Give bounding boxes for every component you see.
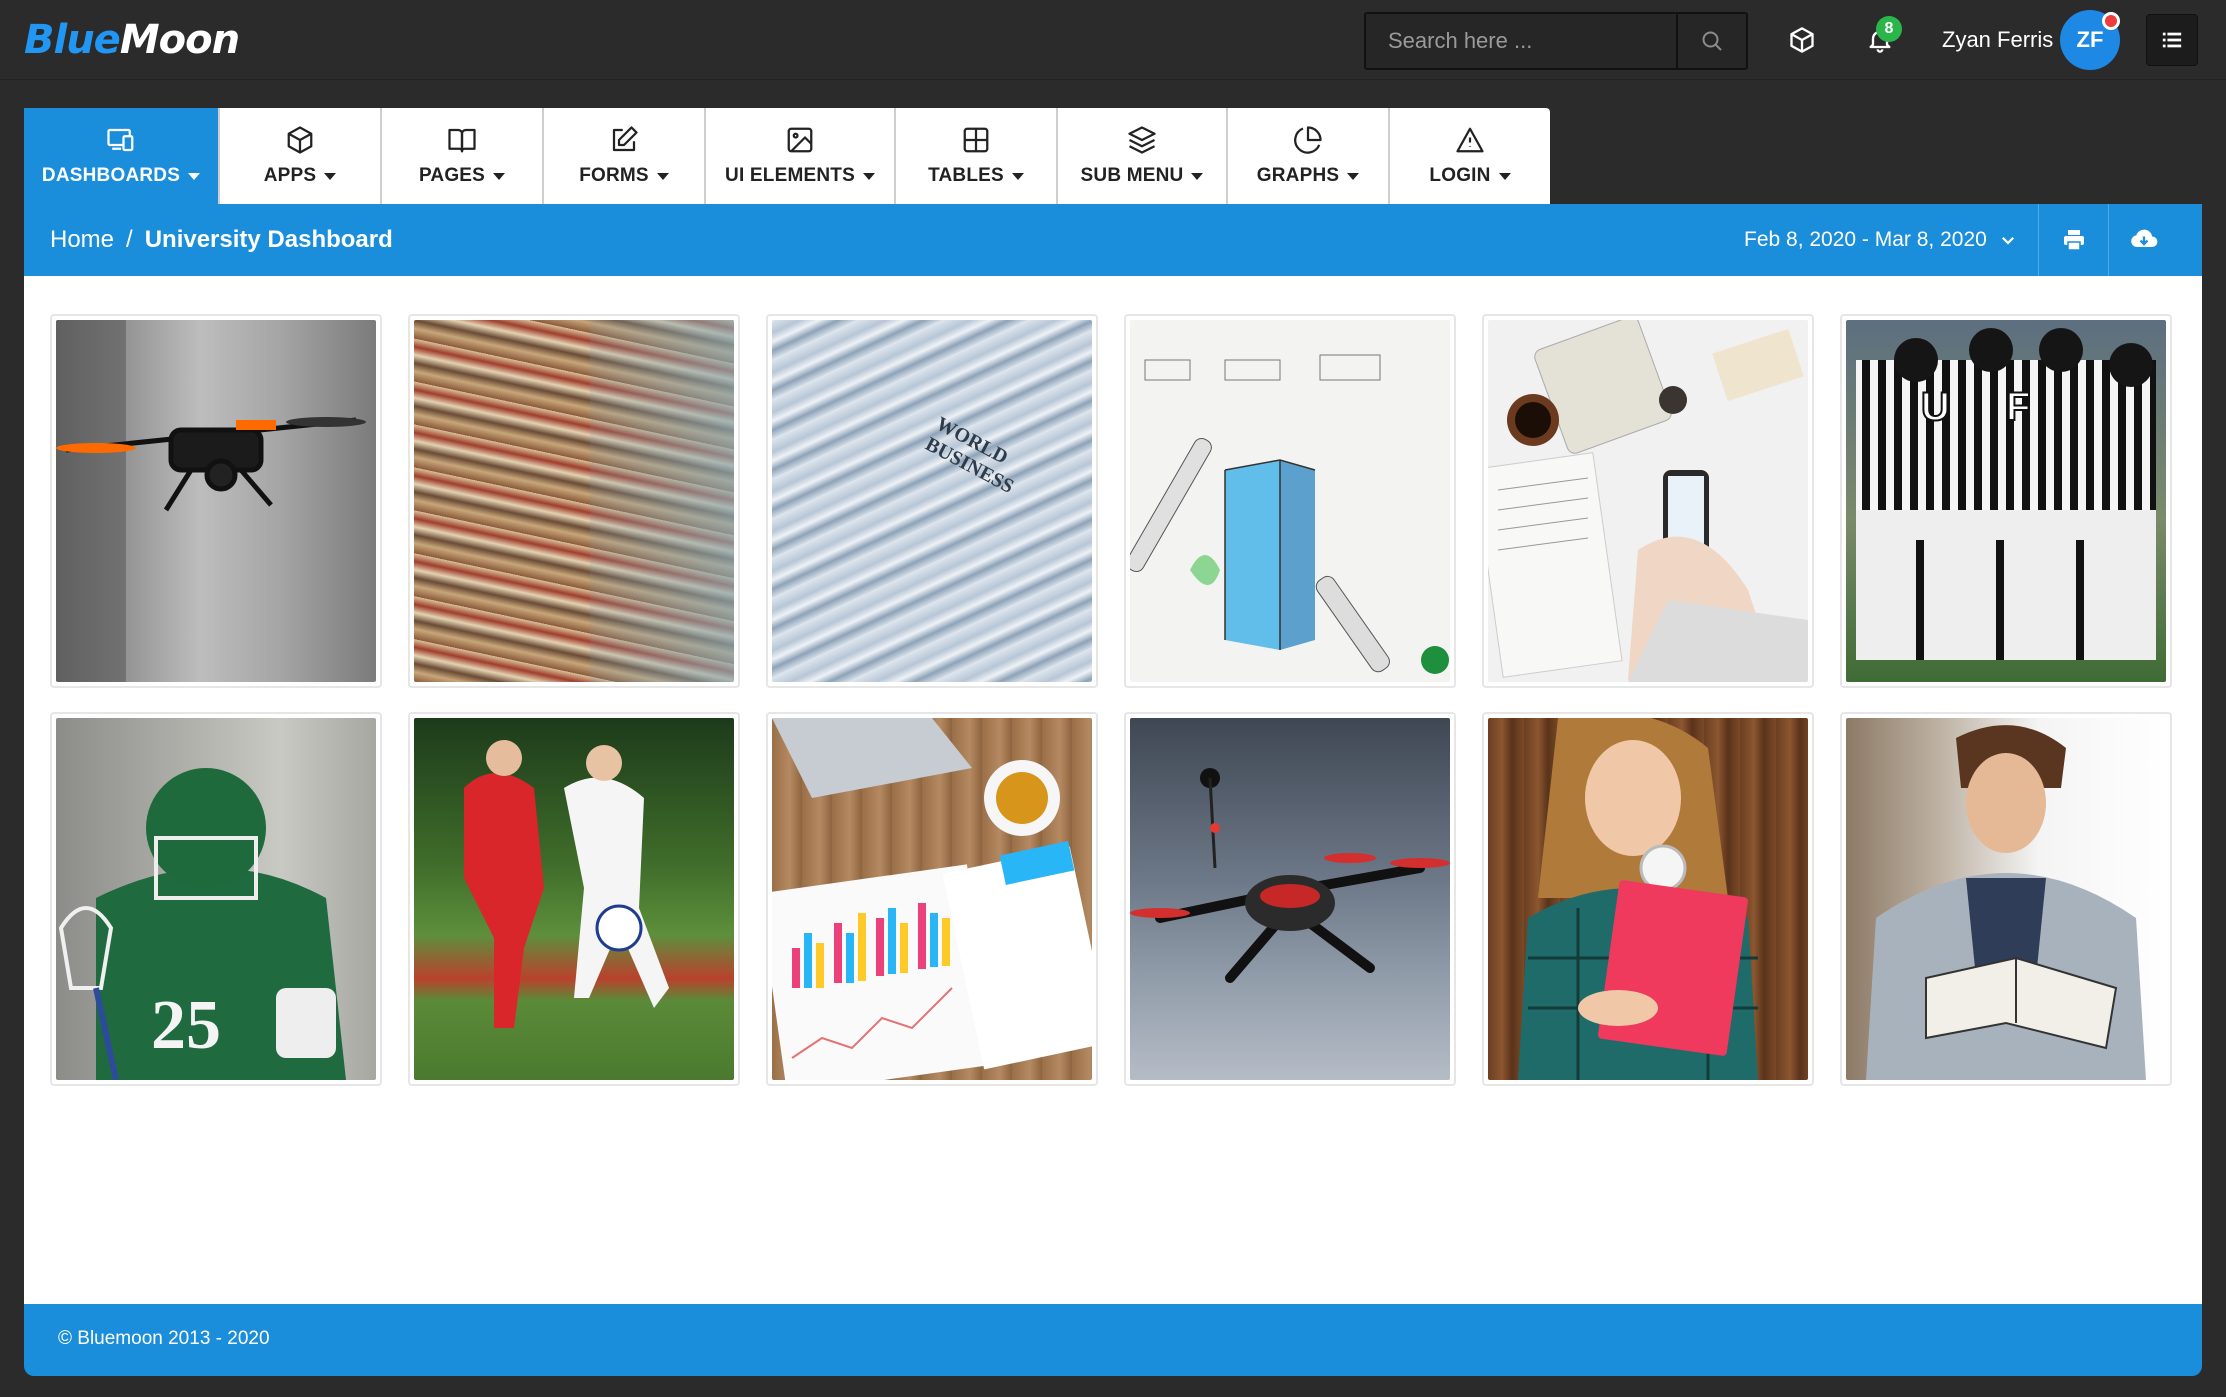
logo-part-blue: Blue	[24, 17, 121, 63]
tab-graphs[interactable]: GRAPHS	[1228, 108, 1390, 204]
footer: © Bluemoon 2013 - 2020	[24, 1304, 2202, 1376]
gallery-panel: WORLD BUSINESS U F 25	[24, 276, 2202, 1304]
image-icon	[787, 127, 813, 153]
caret-down-icon	[862, 172, 875, 180]
cube-icon	[1790, 27, 1814, 53]
tab-label: UI ELEMENTS	[725, 165, 855, 186]
caret-down-icon	[1347, 172, 1360, 180]
brand-logo[interactable]: Blue Moon	[24, 14, 240, 66]
books-photo	[414, 320, 734, 682]
date-range-picker[interactable]: Feb 8, 2020 - Mar 8, 2020	[1744, 224, 2017, 256]
printer-icon	[2063, 230, 2084, 251]
gallery-card[interactable]	[50, 314, 382, 688]
search-icon	[1702, 31, 1722, 51]
caret-down-icon	[1498, 172, 1511, 180]
tab-login[interactable]: LOGIN	[1390, 108, 1550, 204]
notification-count-badge: 8	[1876, 16, 1902, 42]
top-bar: BlueMoon 8 Zyan Ferris ZF	[0, 0, 2226, 80]
svg-text:25: 25	[151, 987, 221, 1064]
gallery-card[interactable]	[1840, 712, 2172, 1086]
caret-down-icon	[1011, 172, 1024, 180]
print-button[interactable]	[2038, 204, 2108, 276]
newspapers-photo: WORLD BUSINESS	[772, 320, 1092, 682]
copyright-text: © Bluemoon 2013 - 2020	[58, 1328, 270, 1349]
list-icon	[2162, 32, 2182, 48]
tab-sub-menu[interactable]: SUB MENU	[1058, 108, 1228, 204]
breadcrumb-bar: Home / University Dashboard Feb 8, 2020 …	[24, 204, 2202, 276]
quadcopter-photo	[1130, 718, 1450, 1080]
book-icon	[448, 128, 476, 153]
search-button[interactable]	[1676, 14, 1746, 68]
date-range-label: Feb 8, 2020 - Mar 8, 2020	[1744, 228, 1987, 251]
sidebar-toggle-button[interactable]	[2146, 14, 2198, 66]
tab-apps[interactable]: APPS	[220, 108, 382, 204]
main-nav: DASHBOARDS APPS PAGES FORMS UI ELEMENTS …	[24, 108, 1550, 204]
chevron-down-icon	[2001, 236, 2014, 245]
gallery-card[interactable]	[1124, 314, 1456, 688]
tab-dashboards[interactable]: DASHBOARDS	[24, 108, 220, 204]
edit-icon	[612, 126, 638, 152]
soccer-players-photo	[414, 718, 734, 1080]
tab-label: DASHBOARDS	[41, 165, 181, 186]
gallery-card[interactable]	[766, 712, 1098, 1086]
tab-tables[interactable]: TABLES	[896, 108, 1058, 204]
tab-label: FORMS	[579, 165, 649, 186]
warning-icon	[1456, 127, 1484, 153]
referees-huddle-photo: U F	[1846, 320, 2166, 682]
logo-part-moon: Moon	[119, 17, 240, 63]
search-box	[1364, 12, 1748, 70]
desk-calculator-photo	[1488, 320, 1808, 682]
gallery-card[interactable]: WORLD BUSINESS	[766, 314, 1098, 688]
pie-chart-icon	[1294, 126, 1322, 154]
box-icon	[287, 126, 313, 154]
user-name[interactable]: Zyan Ferris	[1942, 24, 2053, 56]
cloud-download-icon	[2130, 229, 2157, 247]
caret-down-icon	[656, 172, 669, 180]
drone-photo	[56, 320, 376, 682]
gallery-card[interactable]	[1482, 712, 1814, 1086]
tab-label: APPS	[263, 165, 317, 186]
gallery-card[interactable]	[1482, 314, 1814, 688]
student-reading-photo	[1846, 718, 2166, 1080]
caret-down-icon	[1191, 172, 1204, 180]
apps-cube-button[interactable]	[1782, 20, 1822, 60]
tab-ui-elements[interactable]: UI ELEMENTS	[706, 108, 896, 204]
breadcrumb-separator: /	[126, 226, 133, 253]
gallery-card[interactable]	[408, 712, 740, 1086]
gallery-card[interactable]	[1124, 712, 1456, 1086]
breadcrumb-current: University Dashboard	[144, 226, 393, 253]
architecture-sketch-photo	[1130, 320, 1450, 682]
tab-label: TABLES	[928, 165, 1004, 186]
tab-label: PAGES	[418, 165, 486, 186]
layers-icon	[1128, 126, 1156, 154]
search-input[interactable]	[1366, 14, 1676, 68]
student-girl-photo	[1488, 718, 1808, 1080]
breadcrumb: Home / University Dashboard	[50, 224, 393, 256]
tab-label: LOGIN	[1429, 165, 1491, 186]
devices-icon	[107, 128, 134, 152]
analytics-report-photo	[772, 718, 1092, 1080]
cloud-download-button[interactable]	[2108, 204, 2178, 276]
breadcrumb-home-link[interactable]: Home	[50, 226, 114, 254]
tab-label: SUB MENU	[1080, 165, 1184, 186]
gallery-card[interactable]: 25	[50, 712, 382, 1086]
tab-forms[interactable]: FORMS	[544, 108, 706, 204]
status-dot	[2102, 12, 2120, 30]
svg-text:U: U	[1921, 385, 1950, 429]
caret-down-icon	[493, 172, 506, 180]
tab-label: GRAPHS	[1256, 165, 1340, 186]
caret-down-icon	[188, 172, 201, 180]
gallery-card[interactable]	[408, 314, 740, 688]
lacrosse-player-photo: 25	[56, 718, 376, 1080]
svg-text:F: F	[2006, 385, 2030, 429]
table-icon	[963, 127, 989, 153]
caret-down-icon	[324, 172, 337, 180]
tab-pages[interactable]: PAGES	[382, 108, 544, 204]
gallery-card[interactable]: U F	[1840, 314, 2172, 688]
